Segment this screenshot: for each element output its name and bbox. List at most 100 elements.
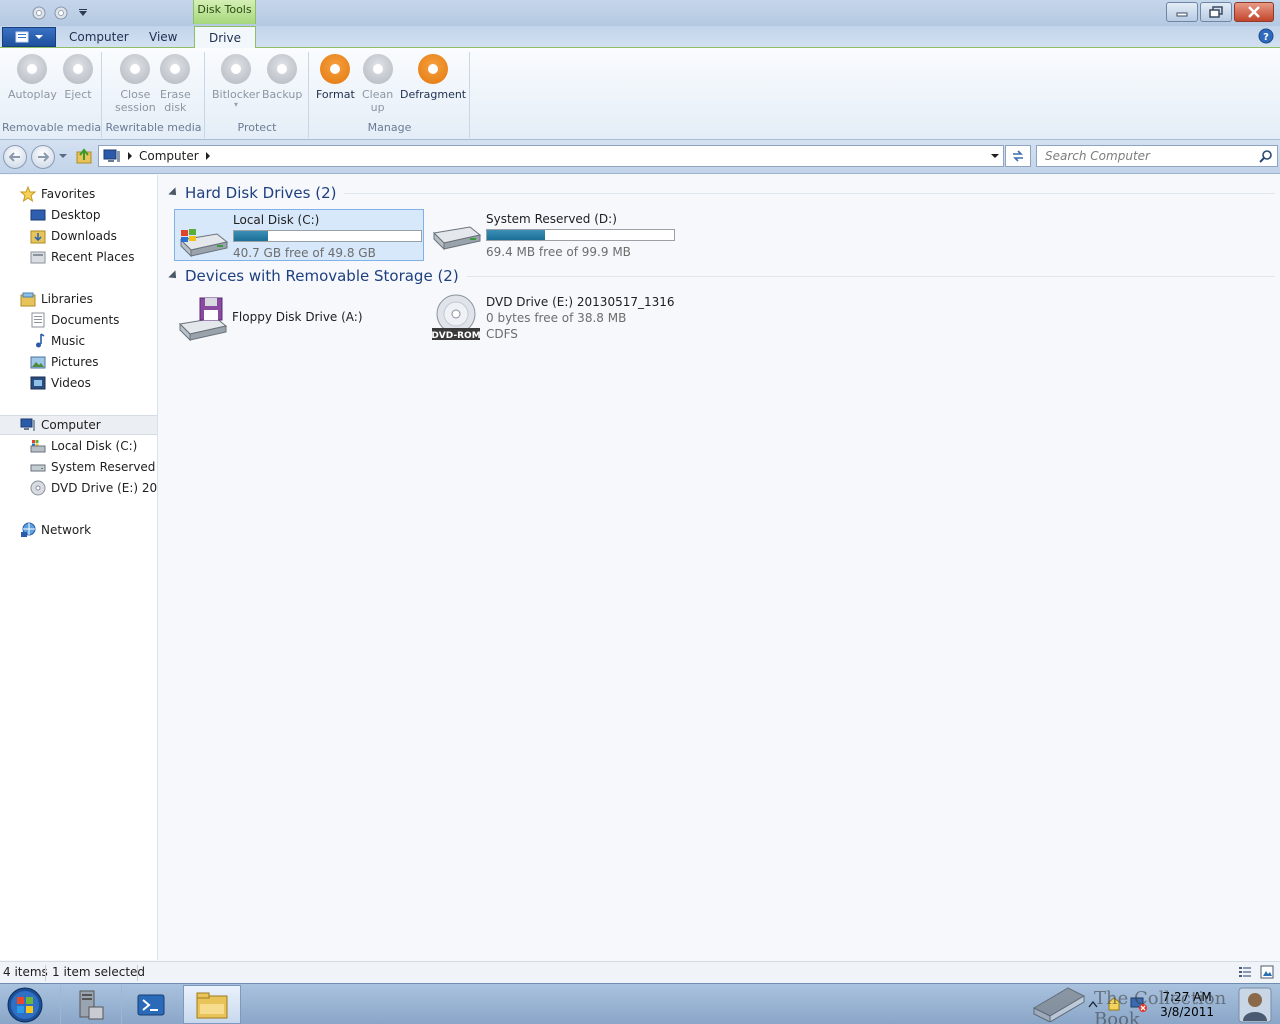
drive-floppy-a[interactable]: Floppy Disk Drive (A:) [174, 292, 424, 344]
close-session-label: Close session [115, 88, 156, 114]
nav-documents[interactable]: Documents [0, 310, 157, 330]
dvd-disc-icon [30, 480, 46, 496]
group-header-hard-disk-drives[interactable]: Hard Disk Drives (2) [167, 182, 1275, 204]
nav-pictures[interactable]: Pictures [0, 352, 157, 372]
watermark-text: The Collection Book [1094, 988, 1227, 1024]
qat-customize-icon[interactable] [74, 4, 92, 22]
tab-view[interactable]: View [143, 26, 183, 48]
nav-local-disk-c-label: Local Disk (C:) [51, 439, 138, 453]
breadcrumb-chevron-icon[interactable] [205, 152, 211, 160]
search-icon[interactable] [1259, 149, 1273, 163]
taskbar-server-manager[interactable] [60, 985, 118, 1024]
desktop-icon [30, 209, 46, 221]
tab-computer[interactable]: Computer [63, 26, 135, 48]
drive-e-filesystem: CDFS [486, 327, 518, 341]
window-controls [1166, 2, 1274, 22]
videos-icon [30, 376, 46, 390]
drive-local-disk-c[interactable]: Local Disk (C:) 40.7 GB free of 49.8 GB [174, 209, 424, 261]
dvd-rom-icon: DVD-ROM [431, 294, 481, 341]
up-button[interactable] [75, 147, 93, 165]
drive-dvd-e[interactable]: DVD-ROM DVD Drive (E:) 20130517_1316 0 b… [428, 292, 678, 344]
recent-pages-dropdown[interactable] [59, 153, 67, 159]
nav-local-disk-c[interactable]: Local Disk (C:) [0, 436, 157, 456]
close-button[interactable] [1234, 2, 1274, 22]
nav-downloads[interactable]: Downloads [0, 226, 157, 246]
collapse-triangle-icon[interactable] [168, 270, 180, 282]
nav-libraries-label: Libraries [41, 292, 93, 306]
svg-text:?: ? [1263, 32, 1269, 43]
nav-dvd-drive-e-label: DVD Drive (E:) 20130 [51, 481, 157, 495]
large-icons-view-icon [1260, 965, 1274, 979]
nav-videos[interactable]: Videos [0, 373, 157, 393]
server-manager-icon [79, 990, 103, 1019]
nav-favorites[interactable]: Favorites [0, 184, 157, 204]
autoplay-button[interactable]: Autoplay [8, 54, 57, 101]
pictures-icon [30, 356, 46, 369]
erase-disk-button[interactable]: Erase disk [160, 54, 191, 114]
file-menu-button[interactable] [2, 27, 56, 47]
ribbon: Autoplay Eject Removable media Close ses… [0, 48, 1280, 140]
refresh-button[interactable] [1005, 145, 1031, 167]
address-dropdown[interactable] [991, 153, 999, 159]
nav-computer[interactable]: Computer [0, 415, 157, 435]
nav-computer-label: Computer [41, 418, 101, 432]
eject-label: Eject [64, 88, 92, 101]
qat-properties-icon[interactable] [30, 4, 48, 22]
nav-dvd-drive-e[interactable]: DVD Drive (E:) 20130 [0, 478, 157, 498]
drive-d-usage-fill [487, 230, 545, 240]
taskbar-powershell[interactable] [121, 985, 179, 1024]
close-session-icon [120, 54, 151, 84]
start-button[interactable] [6, 987, 44, 1023]
nav-libraries[interactable]: Libraries [0, 289, 157, 309]
erase-disk-icon [160, 54, 191, 84]
erase-disk-label: Erase disk [160, 88, 191, 114]
status-separator [137, 965, 138, 981]
minimize-button[interactable] [1166, 2, 1198, 22]
backup-label: Backup [262, 88, 303, 101]
group-title-removable-storage: Devices with Removable Storage (2) [185, 267, 459, 285]
eject-button[interactable]: Eject [63, 54, 93, 101]
tab-drive[interactable]: Drive [194, 26, 256, 49]
back-button[interactable] [3, 145, 27, 169]
taskbar-file-explorer[interactable] [183, 985, 241, 1024]
group-header-removable-storage[interactable]: Devices with Removable Storage (2) [167, 265, 1275, 287]
drive-d-usage-bar [486, 229, 675, 241]
nav-desktop[interactable]: Desktop [0, 205, 157, 225]
defragment-button[interactable]: Defragment [400, 54, 466, 101]
address-box[interactable]: Computer [98, 145, 1004, 167]
nav-favorites-label: Favorites [41, 187, 96, 201]
drive-system-reserved-d[interactable]: System Reserved (D:) 69.4 MB free of 99.… [428, 209, 678, 261]
address-bar-row: Computer [0, 140, 1280, 174]
drive-c-free-space: 40.7 GB free of 49.8 GB [233, 246, 376, 260]
qat-newfolder-icon[interactable] [52, 4, 70, 22]
forward-button[interactable] [31, 145, 55, 169]
hard-drive-icon [432, 226, 482, 251]
nav-system-reserved-d[interactable]: System Reserved (D: [0, 457, 157, 477]
details-view-icon [1239, 967, 1251, 977]
ribbon-tab-row: Computer View Drive ? [0, 26, 1280, 49]
breadcrumb-computer[interactable]: Computer [139, 149, 199, 163]
details-view-button[interactable] [1238, 965, 1252, 979]
nav-network[interactable]: Network [0, 520, 157, 540]
help-icon[interactable]: ? [1258, 28, 1274, 44]
group-label-rewritable-media: Rewritable media [105, 121, 202, 134]
restore-button[interactable] [1200, 2, 1232, 22]
drive-d-name: System Reserved (D:) [486, 212, 617, 226]
watermark: The Collection Book [1030, 978, 1265, 1024]
bitlocker-icon [221, 54, 252, 84]
format-label: Format [316, 88, 355, 101]
cleanup-button[interactable]: Clean up [362, 54, 393, 114]
breadcrumb-chevron-icon[interactable] [127, 152, 133, 160]
collapse-triangle-icon[interactable] [168, 187, 180, 199]
format-button[interactable]: Format [316, 54, 355, 101]
search-input[interactable] [1037, 146, 1247, 166]
close-session-button[interactable]: Close session [115, 54, 156, 114]
backup-button[interactable]: Backup [262, 54, 302, 101]
nav-music[interactable]: Music [0, 331, 157, 351]
bitlocker-button[interactable]: Bitlocker ▾ [212, 54, 260, 109]
nav-recent-places[interactable]: Recent Places [0, 247, 157, 267]
group-protect: Bitlocker ▾ Backup Protect [206, 52, 309, 138]
svg-text:DVD-ROM: DVD-ROM [431, 331, 480, 341]
eject-icon [63, 54, 93, 84]
large-icons-view-button[interactable] [1260, 965, 1274, 979]
